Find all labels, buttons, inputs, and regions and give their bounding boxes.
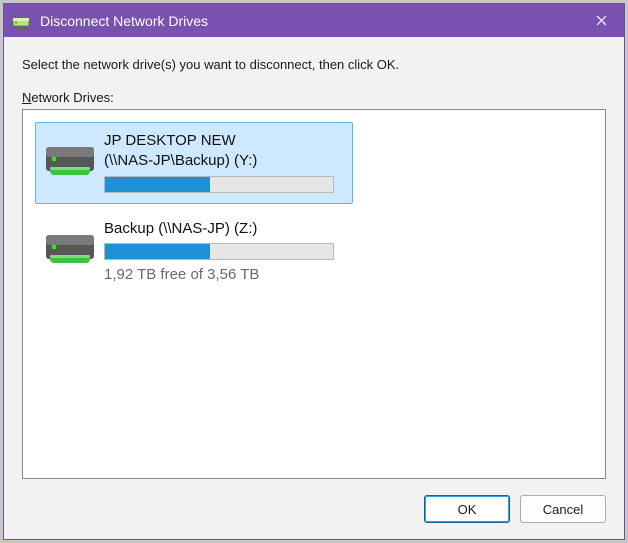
drive-title-line1: Backup (\\NAS-JP) (Z:)	[104, 219, 334, 239]
list-label: Network Drives:	[22, 90, 606, 105]
drive-title-line1: JP DESKTOP NEW	[104, 131, 334, 151]
drive-capacity-bar	[104, 243, 334, 260]
title-bar: Disconnect Network Drives	[4, 4, 624, 37]
list-label-accelerator: N	[22, 90, 31, 105]
drive-title-line2: (\\NAS-JP\Backup) (Y:)	[104, 151, 334, 171]
network-drive-icon	[44, 139, 96, 181]
ok-button[interactable]: OK	[424, 495, 510, 523]
drive-item[interactable]: JP DESKTOP NEW (\\NAS-JP\Backup) (Y:)	[35, 122, 353, 204]
window-title: Disconnect Network Drives	[40, 13, 578, 29]
cancel-button[interactable]: Cancel	[520, 495, 606, 523]
network-drive-app-icon	[12, 12, 30, 30]
drive-capacity-fill	[105, 244, 210, 259]
drive-info: Backup (\\NAS-JP) (Z:) 1,92 TB free of 3…	[104, 219, 334, 283]
client-area: Select the network drive(s) you want to …	[4, 37, 624, 539]
cancel-button-label: Cancel	[543, 502, 583, 517]
drive-item[interactable]: Backup (\\NAS-JP) (Z:) 1,92 TB free of 3…	[35, 210, 593, 294]
network-drive-icon	[44, 227, 96, 269]
drive-capacity-fill	[105, 177, 210, 192]
network-drives-listbox[interactable]: JP DESKTOP NEW (\\NAS-JP\Backup) (Y:)	[22, 109, 606, 479]
dialog-buttons: OK Cancel	[22, 495, 606, 523]
drive-info: JP DESKTOP NEW (\\NAS-JP\Backup) (Y:)	[104, 131, 334, 193]
list-label-rest: etwork Drives:	[31, 90, 113, 105]
instruction-text: Select the network drive(s) you want to …	[22, 57, 606, 72]
dialog-window: Disconnect Network Drives Select the net…	[3, 3, 625, 540]
drive-free-text: 1,92 TB free of 3,56 TB	[104, 266, 334, 283]
close-icon	[596, 15, 607, 26]
drive-capacity-bar	[104, 176, 334, 193]
ok-button-label: OK	[458, 502, 477, 517]
close-button[interactable]	[578, 4, 624, 37]
